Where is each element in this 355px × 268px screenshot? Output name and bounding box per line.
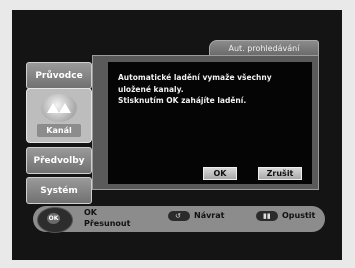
back-key-icon: ↺ <box>168 211 190 221</box>
cancel-button[interactable]: Zrušit <box>258 167 302 180</box>
message-line: Automatické ladění vymaže všechny <box>118 73 272 82</box>
dialog-title: Aut. prohledávání <box>209 40 319 55</box>
ok-hint: OK <box>84 208 97 217</box>
ok-button[interactable]: OK <box>203 167 237 180</box>
move-hint: Přesunout <box>84 219 131 228</box>
exit-key-icon: ▮▮ <box>256 211 278 221</box>
sidebar-item-label: Průvodce <box>35 71 83 81</box>
sidebar-item-label: Předvolby <box>33 156 85 166</box>
sidebar-item-guide[interactable]: Průvodce <box>26 62 92 89</box>
sidebar-item-channel[interactable]: Kanál <box>26 88 92 143</box>
ok-key-icon: OK <box>47 213 60 224</box>
sidebar-item-system[interactable]: Systém <box>26 177 92 204</box>
sidebar-item-label: Systém <box>40 186 78 196</box>
message-line: Stisknutím OK zahájíte ladění. <box>118 96 247 105</box>
message-line: uložené kanaly. <box>118 84 184 94</box>
sidebar-item-presets[interactable]: Předvolby <box>26 147 92 174</box>
dialog-message: Automatické ladění vymaže všechny uložen… <box>118 72 310 107</box>
exit-label: Opustit <box>282 211 316 220</box>
sidebar-item-label: Kanál <box>37 124 81 137</box>
back-label: Návrat <box>194 211 225 220</box>
channel-scan-icon <box>41 94 77 122</box>
